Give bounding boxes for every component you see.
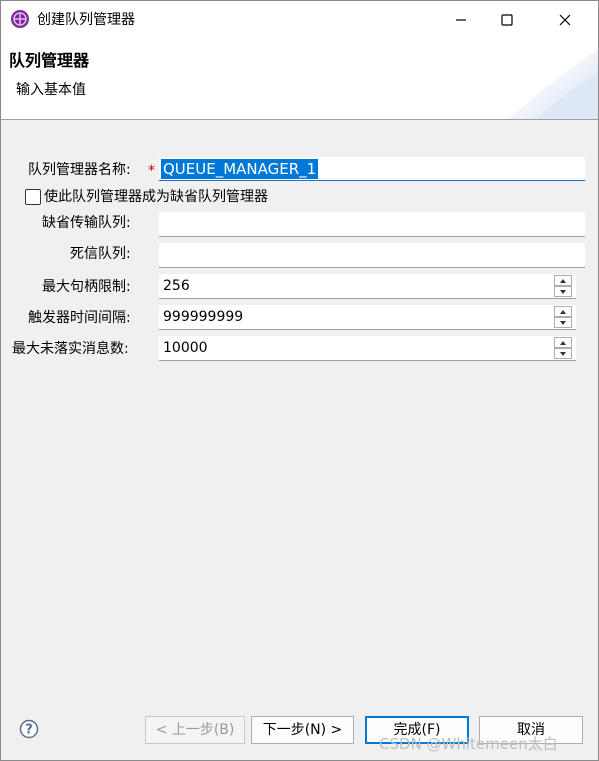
max-handle-limit-label: 最大句柄限制:: [42, 279, 131, 295]
title-bar: 创建队列管理器: [1, 1, 598, 39]
globe-network-icon: [11, 10, 29, 28]
increment-button[interactable]: [554, 306, 572, 317]
queue-manager-name-input[interactable]: QUEUE_MANAGER_1: [159, 157, 585, 181]
decrement-button[interactable]: [554, 317, 572, 328]
close-icon: [559, 14, 571, 26]
decrement-button[interactable]: [554, 348, 572, 359]
minimize-icon: [456, 19, 466, 21]
max-handle-limit-value: 256: [163, 278, 190, 294]
wizard-banner: 队列管理器 输入基本值: [1, 39, 598, 120]
max-uncommitted-messages-spinner[interactable]: 10000: [159, 336, 576, 361]
back-button[interactable]: < 上一步(B): [145, 716, 245, 744]
dialog-window: 创建队列管理器 队列管理器 输入基本值 队列管理器名称: * QUEUE_MAN…: [0, 0, 599, 761]
maximize-button[interactable]: [484, 1, 530, 39]
default-queue-manager-checkbox[interactable]: [25, 189, 41, 205]
queue-manager-name-value: QUEUE_MANAGER_1: [161, 159, 319, 179]
close-button[interactable]: [542, 1, 588, 39]
decrement-button[interactable]: [554, 286, 572, 297]
window-title: 创建队列管理器: [37, 12, 135, 28]
svg-text:?: ?: [25, 723, 33, 738]
default-transmission-queue-input[interactable]: [159, 212, 585, 237]
maximize-icon: [501, 14, 513, 26]
queue-manager-name-label: 队列管理器名称:: [28, 162, 131, 178]
next-button[interactable]: 下一步(N) >: [251, 716, 354, 744]
help-icon[interactable]: ?: [19, 719, 39, 739]
default-queue-manager-label[interactable]: 使此队列管理器成为缺省队列管理器: [44, 188, 268, 206]
trigger-interval-stepper: [554, 305, 572, 329]
increment-button[interactable]: [554, 337, 572, 348]
minimize-button[interactable]: [438, 1, 484, 39]
banner-decoration: [508, 49, 598, 119]
watermark: CSDN @Whitemeen太白: [379, 735, 558, 753]
max-uncommitted-messages-label: 最大未落实消息数:: [12, 341, 129, 357]
max-uncommitted-messages-value: 10000: [163, 340, 208, 356]
page-description: 输入基本值: [16, 82, 86, 98]
trigger-interval-label: 触发器时间间隔:: [28, 310, 131, 326]
max-handle-limit-stepper: [554, 274, 572, 298]
increment-button[interactable]: [554, 275, 572, 286]
trigger-interval-spinner[interactable]: 999999999: [159, 305, 576, 330]
dead-letter-queue-label: 死信队列:: [70, 246, 131, 262]
max-uncommitted-messages-stepper: [554, 336, 572, 360]
dead-letter-queue-input[interactable]: [159, 243, 585, 268]
max-handle-limit-spinner[interactable]: 256: [159, 274, 576, 299]
required-marker: *: [148, 163, 155, 179]
page-title: 队列管理器: [9, 51, 90, 70]
default-transmission-queue-label: 缺省传输队列:: [42, 215, 131, 231]
trigger-interval-value: 999999999: [163, 309, 244, 325]
